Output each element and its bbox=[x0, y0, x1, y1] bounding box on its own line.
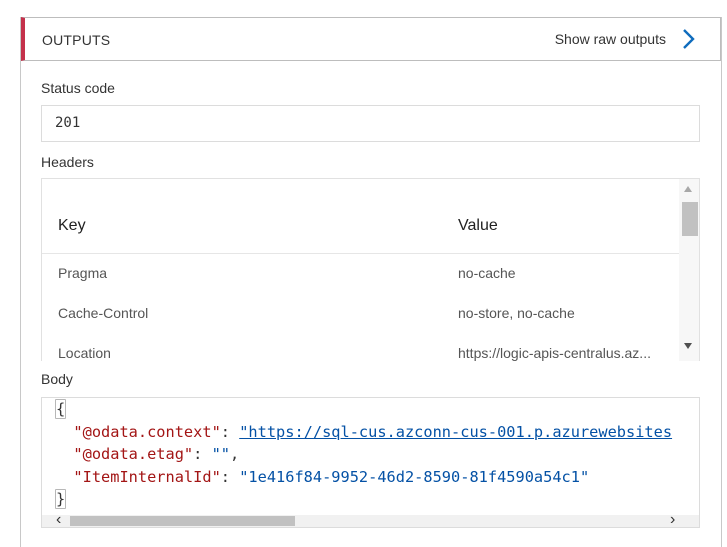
outputs-header: OUTPUTS Show raw outputs bbox=[21, 17, 721, 61]
json-separator: : bbox=[193, 445, 212, 463]
scrollbar-thumb[interactable] bbox=[70, 516, 295, 526]
json-comma: , bbox=[230, 445, 240, 463]
json-value: "" bbox=[211, 445, 230, 463]
header-row-key: Location bbox=[58, 345, 111, 361]
header-row-key: Cache-Control bbox=[58, 305, 149, 321]
headers-vertical-scrollbar[interactable] bbox=[679, 179, 699, 361]
show-raw-outputs-label: Show raw outputs bbox=[554, 31, 666, 47]
json-link-value[interactable]: "https://sql-cus.azconn-cus-001.p.azurew… bbox=[239, 423, 672, 441]
header-divider bbox=[42, 253, 679, 254]
scroll-up-icon[interactable] bbox=[684, 186, 692, 192]
status-code-label: Status code bbox=[41, 80, 115, 96]
body-horizontal-scrollbar[interactable]: ‹ › bbox=[42, 512, 699, 528]
status-code-field: 201 bbox=[41, 105, 700, 142]
body-label: Body bbox=[41, 371, 73, 387]
column-header-key: Key bbox=[58, 217, 86, 234]
header-row-value: no-cache bbox=[458, 265, 516, 281]
header-row-key: Pragma bbox=[58, 265, 108, 281]
json-key: "@odata.etag" bbox=[73, 445, 194, 463]
close-brace: } bbox=[55, 489, 67, 509]
scroll-down-icon[interactable] bbox=[684, 343, 692, 349]
chevron-right-icon bbox=[683, 29, 695, 49]
headers-label: Headers bbox=[41, 154, 94, 170]
body-code-view[interactable]: { "@odata.context": "https://sql-cus.azc… bbox=[41, 397, 700, 528]
json-separator: : bbox=[220, 467, 240, 486]
json-key: "ItemInternalId" bbox=[73, 467, 221, 486]
status-code-value: 201 bbox=[55, 115, 81, 131]
show-raw-outputs-link[interactable]: Show raw outputs bbox=[555, 27, 700, 51]
header-row-value: no-store, no-cache bbox=[458, 305, 575, 321]
json-value: "1e416f84-9952-46d2-8590-81f4590a54c1" bbox=[239, 467, 590, 486]
outputs-panel: OUTPUTS Show raw outputs Status code 201… bbox=[20, 17, 722, 547]
json-code: { "@odata.context": "https://sql-cus.azc… bbox=[55, 398, 672, 511]
outputs-title: OUTPUTS bbox=[42, 32, 111, 48]
json-separator: : bbox=[220, 422, 240, 441]
scrollbar-thumb[interactable] bbox=[682, 202, 698, 236]
header-row-value: https://logic-apis-centralus.az... bbox=[458, 345, 651, 361]
column-header-value: Value bbox=[458, 217, 498, 234]
open-brace: { bbox=[55, 399, 67, 419]
scroll-right-icon[interactable]: › bbox=[670, 512, 675, 528]
scroll-left-icon[interactable]: ‹ bbox=[56, 512, 61, 528]
json-key: "@odata.context" bbox=[73, 422, 221, 441]
headers-table: Key Value Pragma no-cache Cache-Control … bbox=[41, 178, 700, 361]
